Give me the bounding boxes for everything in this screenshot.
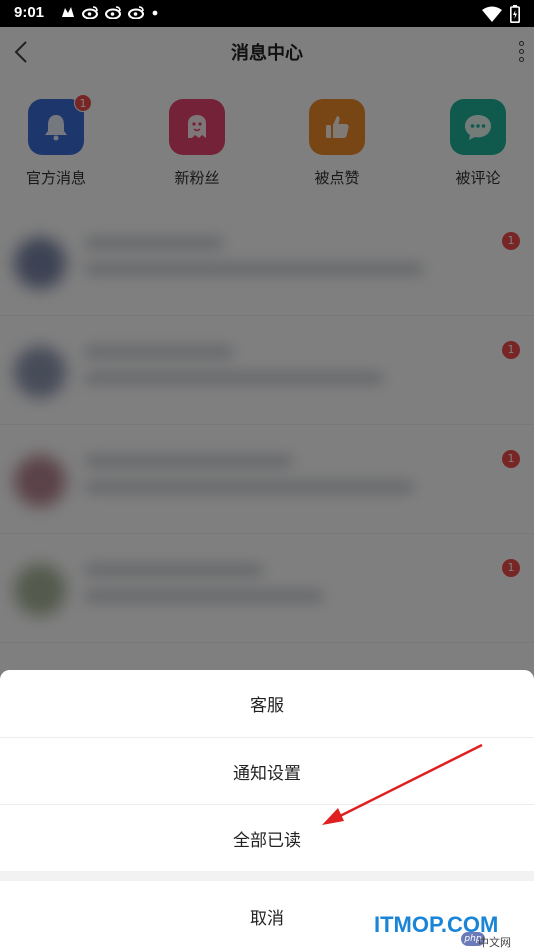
- wifi-icon: [482, 6, 502, 22]
- status-bar: 9:01: [0, 0, 534, 27]
- weibo-icon: [82, 6, 98, 19]
- action-sheet: 客服 通知设置 全部已读 取消: [0, 670, 534, 950]
- status-time: 9:01: [14, 4, 45, 21]
- status-notification-icons: [60, 5, 159, 19]
- action-mark-all-read[interactable]: 全部已读: [0, 805, 534, 872]
- action-customer-service[interactable]: 客服: [0, 670, 534, 737]
- weibo-icon: [105, 6, 121, 19]
- battery-icon: [510, 5, 520, 23]
- sheet-separator: [0, 871, 534, 881]
- status-system-icons: [482, 5, 520, 23]
- action-notification-settings[interactable]: 通知设置: [0, 738, 534, 805]
- dot-icon: [152, 10, 158, 16]
- weibo-icon: [128, 6, 144, 19]
- watermark-sub: 中文网: [478, 936, 511, 949]
- notification-icon: [62, 7, 74, 17]
